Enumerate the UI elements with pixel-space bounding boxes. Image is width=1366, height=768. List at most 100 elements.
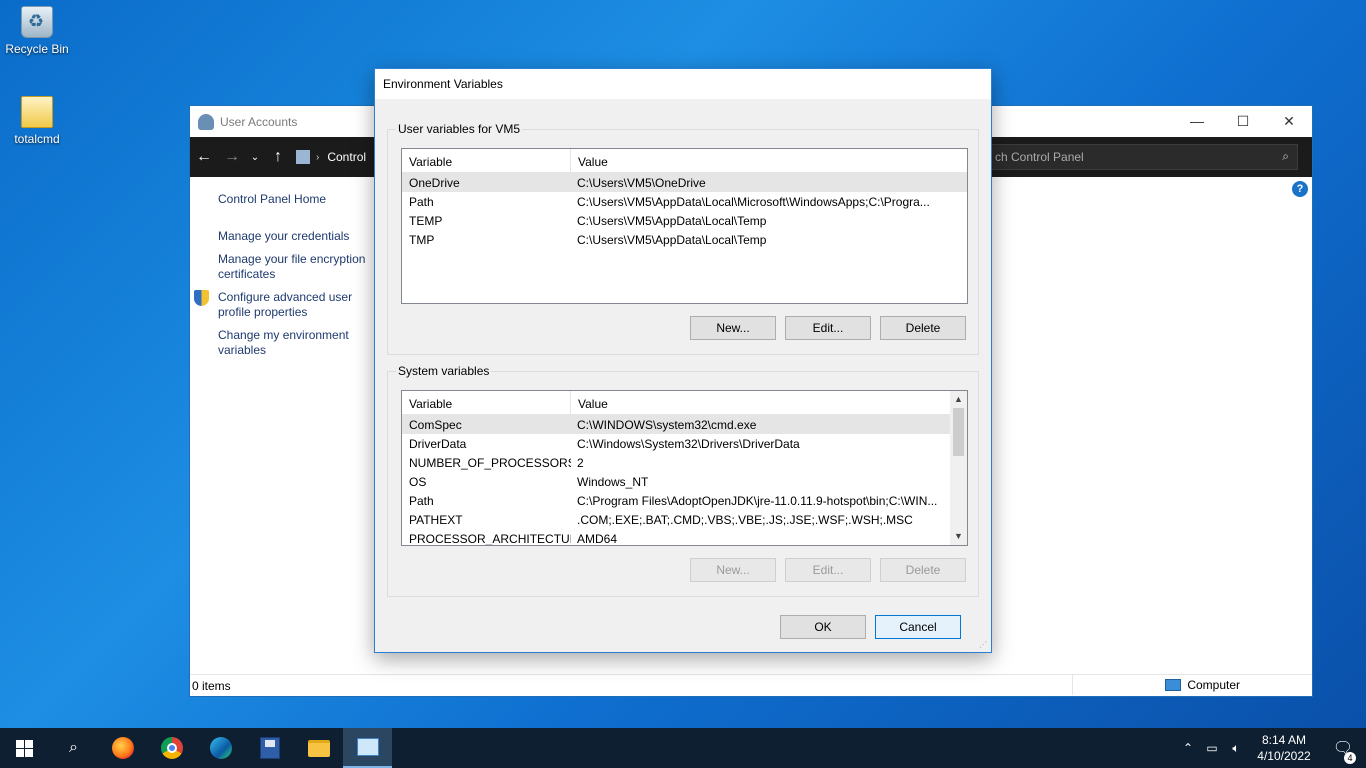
- status-location: Computer: [1165, 678, 1240, 692]
- network-icon[interactable]: ▭: [1200, 741, 1224, 755]
- variable-name: TEMP: [409, 213, 443, 228]
- column-header-value[interactable]: Value: [571, 391, 608, 414]
- system-new-button[interactable]: New...: [690, 558, 776, 582]
- left-task-pane: Control Panel Home Manage your credentia…: [194, 192, 378, 366]
- windows-logo-icon: [16, 739, 33, 757]
- system-variables-list[interactable]: Variable Value ComSpec C:\WINDOWS\system…: [401, 390, 968, 546]
- edge-icon: [209, 737, 232, 759]
- variable-value: C:\Users\VM5\AppData\Local\Microsoft\Win…: [577, 194, 930, 209]
- user-delete-button[interactable]: Delete: [880, 316, 966, 340]
- control-panel-icon: [296, 150, 310, 164]
- user-edit-button[interactable]: Edit...: [785, 316, 871, 340]
- user-new-button[interactable]: New...: [690, 316, 776, 340]
- chrome-icon: [160, 737, 183, 759]
- link-label: Configure advanced user profile properti…: [218, 290, 353, 319]
- variable-value: C:\Users\VM5\AppData\Local\Temp: [577, 213, 767, 228]
- forward-arrow-icon[interactable]: →: [218, 148, 246, 166]
- computer-icon: [1165, 679, 1182, 691]
- variable-value: C:\Program Files\AdoptOpenJDK\jre-11.0.1…: [577, 493, 938, 508]
- desktop-icon-recycle-bin[interactable]: Recycle Bin: [0, 6, 74, 56]
- maximize-button[interactable]: ☐: [1220, 106, 1266, 136]
- variable-name: Path: [409, 493, 434, 508]
- action-center-button[interactable]: 🗨︎ 4: [1320, 738, 1366, 764]
- environment-variables-dialog: Environment Variables User variables for…: [374, 68, 992, 653]
- clock[interactable]: 8:14 AM 4/10/2022: [1248, 732, 1320, 764]
- search-input[interactable]: ch Control Panel ⌕: [986, 144, 1298, 170]
- minimize-button[interactable]: —: [1174, 106, 1220, 136]
- table-row[interactable]: PATHEXT .COM;.EXE;.BAT;.CMD;.VBS;.VBE;.J…: [402, 510, 967, 529]
- variable-name: DriverData: [409, 436, 467, 451]
- link-change-env-variables[interactable]: Change my environment variables: [218, 328, 378, 358]
- back-arrow-icon[interactable]: ←: [190, 148, 218, 166]
- table-row[interactable]: OneDrive C:\Users\VM5\OneDrive: [402, 173, 967, 192]
- taskbar-save-app[interactable]: [245, 728, 294, 768]
- column-header-variable[interactable]: Variable: [402, 391, 571, 414]
- taskbar-edge[interactable]: [196, 728, 245, 768]
- folder-icon: [307, 739, 330, 757]
- resize-grip-icon[interactable]: ⋰: [979, 640, 989, 650]
- column-header-value[interactable]: Value: [571, 149, 608, 172]
- variable-name: Path: [409, 194, 434, 209]
- user-accounts-icon: [198, 113, 214, 130]
- taskbar-firefox[interactable]: [98, 728, 147, 768]
- dialog-titlebar[interactable]: Environment Variables: [375, 69, 991, 99]
- folder-icon: [21, 96, 53, 128]
- variable-name: OneDrive: [409, 175, 460, 190]
- group-label: System variables: [396, 364, 492, 378]
- table-row[interactable]: OS Windows_NT: [402, 472, 967, 491]
- link-advanced-profile[interactable]: Configure advanced user profile properti…: [194, 290, 378, 320]
- table-row[interactable]: Path C:\Program Files\AdoptOpenJDK\jre-1…: [402, 491, 967, 510]
- vertical-scrollbar[interactable]: ▲ ▼: [950, 391, 967, 545]
- system-variables-group: System variables Variable Value ComSpec …: [387, 364, 979, 597]
- ok-button[interactable]: OK: [780, 615, 866, 639]
- notification-badge: 4: [1344, 752, 1356, 764]
- cancel-button[interactable]: Cancel: [875, 615, 961, 639]
- search-button[interactable]: ⌕: [49, 728, 98, 768]
- column-header-variable[interactable]: Variable: [402, 149, 571, 172]
- search-icon: ⌕: [1282, 149, 1289, 163]
- table-row[interactable]: NUMBER_OF_PROCESSORS 2: [402, 453, 967, 472]
- scrollbar-thumb[interactable]: [953, 408, 964, 456]
- variable-name: PROCESSOR_ARCHITECTURE: [409, 531, 571, 546]
- table-row[interactable]: DriverData C:\Windows\System32\Drivers\D…: [402, 434, 967, 453]
- taskbar-file-explorer[interactable]: [294, 728, 343, 768]
- clock-date: 4/10/2022: [1257, 749, 1311, 763]
- status-separator: [1072, 675, 1073, 695]
- desktop-icon-totalcmd[interactable]: totalcmd: [0, 96, 74, 146]
- table-row[interactable]: TEMP C:\Users\VM5\AppData\Local\Temp: [402, 211, 967, 230]
- volume-icon[interactable]: 🔈︎: [1224, 741, 1248, 756]
- breadcrumb[interactable]: Control: [327, 150, 366, 164]
- help-icon[interactable]: ?: [1292, 181, 1308, 197]
- scroll-down-arrow-icon[interactable]: ▼: [950, 528, 967, 545]
- system-delete-button[interactable]: Delete: [880, 558, 966, 582]
- status-bar: 0 items Computer: [190, 674, 1312, 696]
- link-manage-credentials[interactable]: Manage your credentials: [218, 229, 378, 244]
- dialog-title: Environment Variables: [383, 77, 503, 91]
- taskbar-control-panel[interactable]: [343, 728, 392, 768]
- table-row[interactable]: ComSpec C:\WINDOWS\system32\cmd.exe: [402, 415, 967, 434]
- table-row[interactable]: TMP C:\Users\VM5\AppData\Local\Temp: [402, 230, 967, 249]
- system-variables-buttons: New... Edit... Delete: [690, 558, 966, 582]
- link-manage-file-encryption[interactable]: Manage your file encryption certificates: [218, 252, 378, 282]
- variable-value: C:\Windows\System32\Drivers\DriverData: [577, 436, 800, 451]
- list-header: Variable Value: [402, 391, 967, 415]
- table-row[interactable]: Path C:\Users\VM5\AppData\Local\Microsof…: [402, 192, 967, 211]
- group-label: User variables for VM5: [396, 122, 523, 136]
- variable-name: NUMBER_OF_PROCESSORS: [409, 455, 571, 470]
- link-control-panel-home[interactable]: Control Panel Home: [218, 192, 378, 207]
- variable-name: OS: [409, 474, 427, 489]
- start-button[interactable]: [0, 728, 49, 768]
- search-placeholder: ch Control Panel: [995, 150, 1084, 164]
- user-variables-list[interactable]: Variable Value OneDrive C:\Users\VM5\One…: [401, 148, 968, 304]
- table-row[interactable]: PROCESSOR_ARCHITECTURE AMD64: [402, 529, 967, 546]
- chevron-up-icon[interactable]: ⌃: [1176, 741, 1200, 755]
- floppy-disk-icon: [259, 737, 280, 759]
- system-edit-button[interactable]: Edit...: [785, 558, 871, 582]
- close-button[interactable]: ✕: [1266, 106, 1312, 136]
- taskbar-chrome[interactable]: [147, 728, 196, 768]
- uac-shield-icon: [194, 290, 209, 306]
- window-controls: — ☐ ✕: [1174, 106, 1312, 136]
- scroll-up-arrow-icon[interactable]: ▲: [950, 391, 967, 408]
- recent-locations-chevron-icon[interactable]: ⌄: [246, 152, 264, 163]
- up-arrow-icon[interactable]: ↑: [264, 148, 292, 166]
